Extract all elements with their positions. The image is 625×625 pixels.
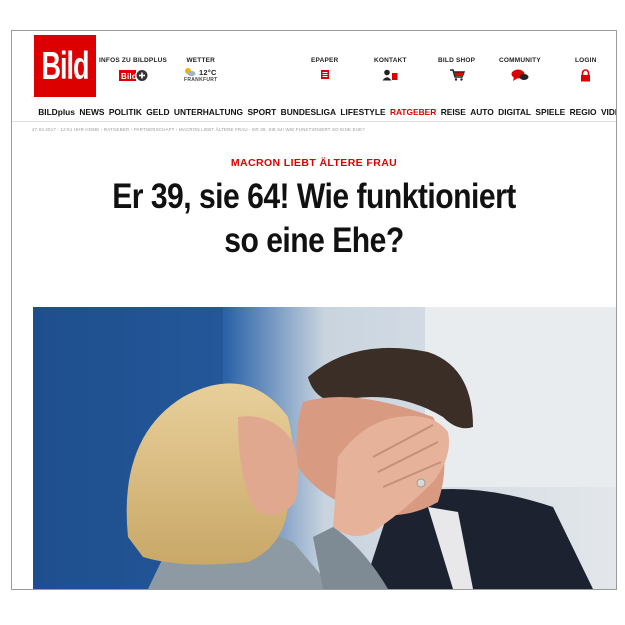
- main-navigation: BILDplus NEWS POLITIK GELD UNTERHALTUNG …: [12, 103, 616, 122]
- browser-page: Bild INFOS ZU BILDPLUS Bild WETTER 12°C …: [11, 30, 617, 590]
- bild-shop-link[interactable]: BILD SHOP: [438, 57, 475, 81]
- article-headline: Er 39, sie 64! Wie funktioniert so eine …: [12, 175, 616, 263]
- weather-temp: 12°C: [199, 67, 217, 77]
- login-label: LOGIN: [575, 57, 597, 64]
- breadcrumb[interactable]: 27.04.2017 - 12:51 UHR HOME › RATGEBER ›…: [32, 127, 365, 132]
- article-photo[interactable]: [33, 307, 616, 589]
- headline-line-1: Er 39, sie 64! Wie funktioniert: [112, 177, 516, 216]
- headline-line-2: so eine Ehe?: [224, 221, 404, 260]
- logo-text: Bild: [41, 43, 90, 88]
- nav-item-geld[interactable]: GELD: [146, 107, 169, 117]
- nav-item-bildplus[interactable]: BILDplus: [38, 107, 75, 117]
- nav-item-politik[interactable]: POLITIK: [109, 107, 142, 117]
- infos-label: INFOS ZU BILDPLUS: [99, 57, 168, 64]
- community-label: COMMUNITY: [499, 57, 541, 64]
- epaper-icon: [320, 70, 329, 79]
- nav-item-video[interactable]: VIDEO: [601, 107, 616, 117]
- cart-icon: [449, 69, 465, 81]
- shop-label: BILD SHOP: [438, 57, 476, 64]
- nav-item-sport[interactable]: SPORT: [247, 107, 276, 117]
- login-link[interactable]: LOGIN: [575, 57, 597, 82]
- bildplus-icon: Bild: [119, 70, 148, 81]
- weather-icon: [185, 68, 196, 77]
- infos-bildplus-link[interactable]: INFOS ZU BILDPLUS Bild: [99, 57, 167, 82]
- weather-widget[interactable]: WETTER 12°C FRANKFURT: [184, 57, 218, 83]
- kontakt-link[interactable]: KONTAKT: [374, 57, 407, 81]
- community-icon: [511, 69, 529, 81]
- weather-label: WETTER: [186, 57, 216, 64]
- nav-item-news[interactable]: NEWS: [79, 107, 104, 117]
- nav-item-spiele[interactable]: SPIELE: [535, 107, 565, 117]
- nav-item-digital[interactable]: DIGITAL: [498, 107, 531, 117]
- nav-item-ratgeber[interactable]: RATGEBER: [390, 107, 436, 117]
- kontakt-icon: [382, 69, 398, 81]
- article-kicker: MACRON LIEBT ÄLTERE FRAU: [230, 157, 398, 169]
- photo-illustration: [33, 307, 616, 589]
- lock-icon: [581, 69, 591, 82]
- nav-item-regio[interactable]: REGIO: [570, 107, 597, 117]
- epaper-label: EPAPER: [311, 57, 339, 64]
- nav-item-auto[interactable]: AUTO: [470, 107, 494, 117]
- epaper-link[interactable]: EPAPER: [311, 57, 338, 80]
- bild-logo[interactable]: Bild: [34, 35, 96, 97]
- kontakt-label: KONTAKT: [374, 57, 407, 64]
- weather-city: FRANKFURT: [184, 77, 218, 83]
- nav-item-reise[interactable]: REISE: [441, 107, 466, 117]
- community-link[interactable]: COMMUNITY: [499, 57, 541, 81]
- nav-item-lifestyle[interactable]: LIFESTYLE: [340, 107, 385, 117]
- nav-item-unterhaltung[interactable]: UNTERHALTUNG: [174, 107, 243, 117]
- svg-text:Bild: Bild: [121, 72, 137, 81]
- nav-item-bundesliga[interactable]: BUNDESLIGA: [281, 107, 336, 117]
